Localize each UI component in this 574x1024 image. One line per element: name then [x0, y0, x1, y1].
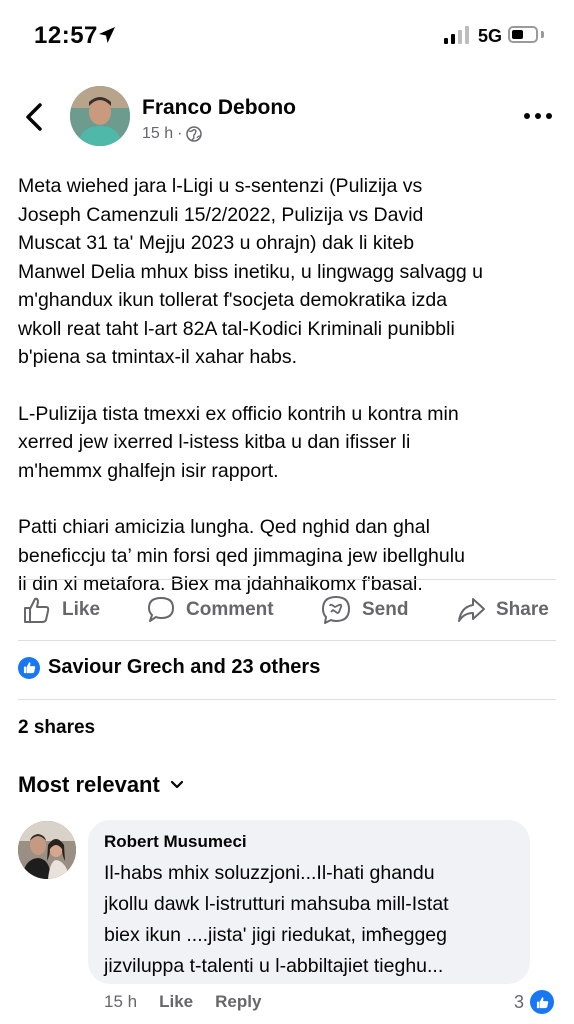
thumbs-up-icon	[24, 597, 50, 623]
comment-sort-dropdown[interactable]: Most relevant	[18, 772, 184, 798]
messenger-icon	[322, 596, 350, 624]
reactions-summary[interactable]: Saviour Grech and 23 others	[18, 656, 320, 679]
send-button[interactable]: Send	[320, 590, 408, 630]
author-photo	[70, 86, 130, 146]
like-button[interactable]: Like	[22, 590, 100, 630]
comment-like-button[interactable]: Like	[159, 992, 193, 1012]
sort-label: Most relevant	[18, 772, 160, 797]
like-label: Like	[62, 599, 101, 620]
comment-label: Comment	[186, 599, 274, 620]
status-time: 12:57	[34, 22, 98, 49]
post-paragraph: L-Pulizija tista tmexxi ex officio kontr…	[18, 402, 459, 482]
comment-button[interactable]: Comment	[146, 590, 274, 630]
post-paragraph: Meta wiehed jara l-Ligi u s-sentenzi (Pu…	[18, 175, 483, 368]
post-author-name[interactable]: Franco Debono	[142, 96, 296, 120]
globe-icon	[186, 126, 203, 142]
comment-reaction-count: 3	[514, 991, 525, 1012]
comment-bubble[interactable]: Robert Musumeci Il-habs mhix soluzzjoni.…	[88, 820, 530, 984]
reactions-text: Saviour Grech and 23 others	[48, 656, 321, 678]
comment-meta: 15 h Like Reply	[104, 992, 261, 1012]
location-arrow-icon	[99, 27, 115, 43]
comment-reply-button[interactable]: Reply	[215, 992, 261, 1012]
comment-reactions[interactable]: 3	[514, 990, 555, 1014]
like-reaction-icon	[18, 656, 40, 679]
share-button[interactable]: Share	[456, 590, 549, 630]
commenter-photo	[18, 821, 76, 879]
send-label: Send	[362, 599, 409, 620]
status-bar: 12:57 5G	[0, 0, 574, 70]
author-avatar[interactable]	[70, 86, 130, 146]
commenter-avatar[interactable]	[18, 821, 76, 879]
divider	[18, 640, 556, 641]
divider	[18, 699, 556, 700]
comment-text: Il-habs mhix soluzzjoni...Il-hati ghandu…	[104, 862, 449, 977]
post-action-bar: Like Comment Send Share	[0, 590, 574, 630]
comment-icon	[148, 597, 174, 622]
shares-count[interactable]: 2 shares	[18, 717, 95, 739]
meta-separator: ·	[177, 125, 183, 142]
comment-time: 15 h	[104, 992, 138, 1011]
post-meta: 15 h ·	[142, 125, 203, 143]
share-arrow-icon	[458, 598, 485, 622]
share-label: Share	[496, 599, 549, 620]
battery-tip	[541, 31, 544, 38]
divider	[18, 579, 556, 580]
more-options-icon[interactable]	[524, 112, 552, 122]
network-type: 5G	[478, 26, 503, 46]
chevron-down-icon	[170, 780, 183, 789]
signal-strength-icon	[444, 26, 470, 44]
post-body: Meta wiehed jara l-Ligi u s-sentenzi (Pu…	[18, 172, 558, 627]
battery-icon	[508, 26, 538, 43]
post-paragraph: Patti chiari amicizia lungha. Qed nghid …	[18, 516, 465, 595]
like-reaction-icon	[530, 990, 555, 1014]
post-time[interactable]: 15 h	[142, 125, 173, 143]
commenter-name[interactable]: Robert Musumeci	[104, 832, 514, 852]
back-arrow-icon[interactable]	[20, 100, 50, 134]
